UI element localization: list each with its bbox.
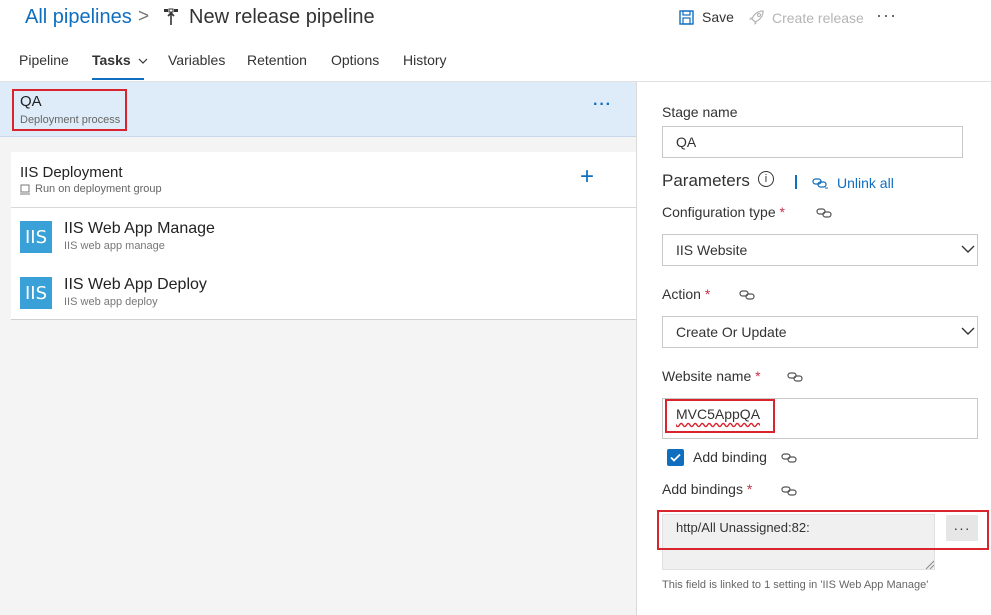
- tab-bar: Pipeline Tasks Variables Retention Optio…: [0, 52, 991, 82]
- link-icon[interactable]: [787, 371, 803, 383]
- breadcrumb-all-pipelines[interactable]: All pipelines: [25, 6, 132, 29]
- website-name-label-text: Website name: [662, 368, 752, 384]
- save-label: Save: [702, 9, 734, 25]
- breadcrumb-separator: >: [138, 6, 150, 27]
- more-actions-button[interactable]: ···: [876, 5, 897, 26]
- task-subtitle: IIS web app manage: [64, 240, 165, 252]
- unlink-icon: [812, 178, 828, 189]
- add-binding-checkbox[interactable]: [667, 449, 684, 466]
- chevron-down-icon: [138, 58, 147, 64]
- chevron-down-icon: [961, 245, 975, 253]
- task-iis-web-app-deploy[interactable]: IIS Web App Deploy: [64, 276, 207, 294]
- required-marker: *: [704, 286, 711, 302]
- iis-icon: IIS: [20, 277, 52, 309]
- save-button[interactable]: Save: [679, 9, 734, 25]
- chevron-down-icon: [961, 327, 975, 335]
- tab-tasks[interactable]: Tasks: [92, 52, 148, 68]
- add-binding-label[interactable]: Add binding: [693, 449, 767, 465]
- task-subtitle: IIS web app deploy: [64, 296, 158, 308]
- release-pipeline-icon: [164, 8, 178, 25]
- linked-field-hint: This field is linked to 1 setting in 'II…: [662, 579, 929, 591]
- tab-retention[interactable]: Retention: [247, 52, 307, 68]
- tab-options[interactable]: Options: [331, 52, 379, 68]
- configuration-type-select[interactable]: IIS Website: [662, 234, 978, 266]
- server-icon: [20, 184, 30, 194]
- pane-divider[interactable]: [636, 82, 637, 615]
- stage-name-input[interactable]: QA: [662, 126, 963, 158]
- tab-pipeline[interactable]: Pipeline: [19, 52, 69, 68]
- unlink-all-button[interactable]: Unlink all: [812, 175, 894, 191]
- iis-icon: IIS: [20, 221, 52, 253]
- link-icon[interactable]: [816, 207, 832, 219]
- highlight-box-bindings: [657, 510, 989, 550]
- task-iis-web-app-manage[interactable]: IIS Web App Manage: [64, 220, 215, 238]
- unlink-all-label: Unlink all: [837, 175, 894, 191]
- required-marker: *: [746, 481, 753, 497]
- deployment-group-subtitle: Run on deployment group: [20, 183, 162, 195]
- save-icon: [679, 9, 694, 25]
- configuration-type-label-text: Configuration type: [662, 204, 776, 220]
- deployment-group-subtitle-text: Run on deployment group: [35, 183, 162, 195]
- action-label-text: Action: [662, 286, 701, 302]
- action-select[interactable]: Create Or Update: [662, 316, 978, 348]
- group-separator: [11, 207, 636, 208]
- link-icon[interactable]: [739, 289, 755, 301]
- info-icon[interactable]: i: [758, 171, 774, 187]
- stage-more-button[interactable]: ···: [593, 96, 612, 114]
- tab-variables[interactable]: Variables: [168, 52, 225, 68]
- deployment-group-title[interactable]: IIS Deployment: [20, 164, 123, 181]
- parameters-heading: Parameters: [662, 171, 750, 190]
- stage-name-label: Stage name: [662, 104, 738, 120]
- configuration-type-value: IIS Website: [676, 242, 748, 258]
- required-marker: *: [755, 368, 761, 384]
- separator-bar: [795, 175, 797, 189]
- add-task-button[interactable]: +: [580, 165, 594, 189]
- create-release-label: Create release: [772, 9, 864, 26]
- create-release-button[interactable]: Create release: [748, 9, 864, 26]
- rocket-icon: [749, 10, 764, 25]
- action-label: Action *: [662, 286, 710, 302]
- add-bindings-label-text: Add bindings: [662, 481, 743, 497]
- action-value: Create Or Update: [676, 324, 787, 340]
- configuration-type-label: Configuration type *: [662, 204, 785, 220]
- checkmark-icon: [670, 453, 681, 462]
- website-name-label: Website name *: [662, 368, 761, 384]
- active-tab-indicator: [92, 78, 144, 80]
- resize-handle-icon[interactable]: [924, 559, 934, 569]
- highlight-box-stage: [12, 89, 127, 131]
- tab-history[interactable]: History: [403, 52, 447, 68]
- link-icon[interactable]: [781, 452, 797, 464]
- highlight-box-website-name: [665, 399, 775, 433]
- tab-tasks-label: Tasks: [92, 52, 131, 68]
- link-icon[interactable]: [781, 485, 797, 497]
- required-marker: *: [779, 204, 785, 220]
- add-bindings-label: Add bindings *: [662, 481, 752, 497]
- pipeline-title[interactable]: New release pipeline: [189, 6, 375, 29]
